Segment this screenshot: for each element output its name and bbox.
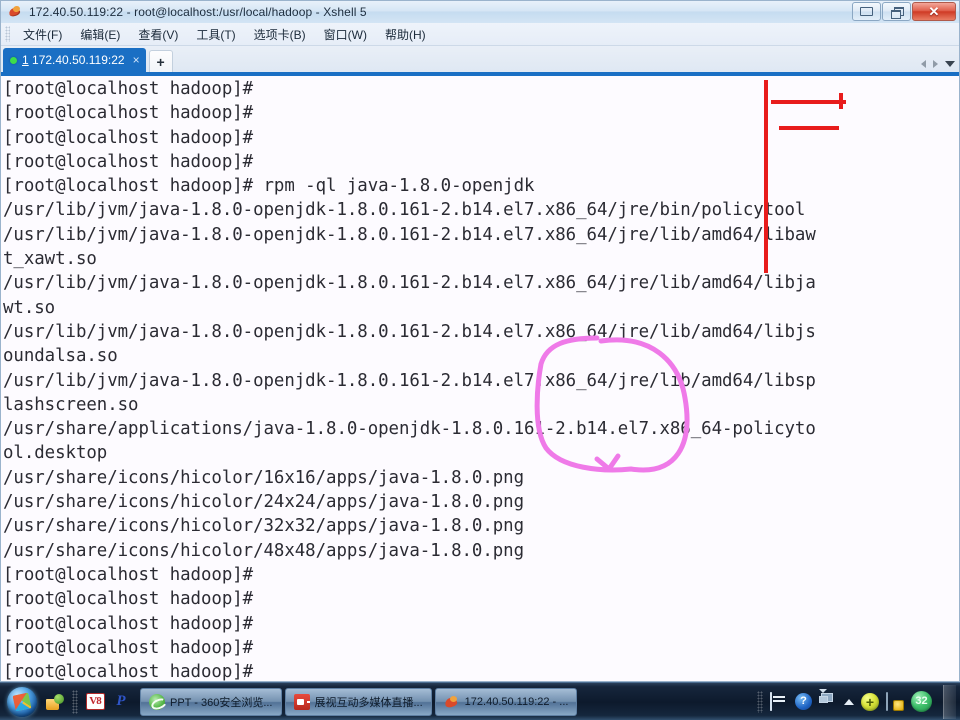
terminal-line: ol.desktop [3,443,108,464]
start-button[interactable] [2,685,42,719]
terminal-line: [root@localhost hadoop]# [3,564,254,585]
browser-icon [149,693,165,710]
quick-launch-explorer[interactable] [42,687,68,717]
terminal-line: /usr/share/icons/hicolor/48x48/apps/java… [3,540,525,561]
terminal-output[interactable]: [root@localhost hadoop]# [root@localhost … [1,76,959,682]
terminal-line: /usr/lib/jvm/java-1.8.0-openjdk-1.8.0.16… [3,370,816,391]
terminal-line: [root@localhost hadoop]# [3,662,254,682]
menu-item-tools[interactable]: 工具(T) [187,24,244,45]
terminal-line: /usr/lib/jvm/java-1.8.0-openjdk-1.8.0.16… [3,273,816,294]
live-stream-icon [293,693,310,710]
xshell-window: 172.40.50.119:22 - root@localhost:/usr/l… [0,0,960,682]
taskbar-window-label: PPT - 360安全浏览... [170,696,273,709]
xshell-icon [7,4,23,20]
menu-bar: 文件(F) 编辑(E) 查看(V) 工具(T) 选项卡(B) 窗口(W) 帮助(… [1,23,959,46]
tab-index: 1 [22,53,29,67]
tab-close-icon[interactable]: × [133,54,140,66]
scroll-left-icon[interactable] [921,60,926,68]
terminal-line: t_xawt.so [3,249,97,270]
update-icon[interactable]: + [861,692,879,711]
terminal-lines: [root@localhost hadoop]# [root@localhost … [1,77,816,682]
window-title: 172.40.50.119:22 - root@localhost:/usr/l… [29,5,367,19]
tray-grip [757,690,763,713]
taskbar-window-browser[interactable]: PPT - 360安全浏览... [140,687,282,716]
minimize-icon [860,7,873,16]
desktop: 172.40.50.119:22 - root@localhost:/usr/l… [0,0,960,720]
connection-status-icon [10,56,17,64]
taskbar-window-xshell[interactable]: 172.40.50.119:22 - ... [434,687,578,716]
terminal-line: /usr/share/icons/hicolor/24x24/apps/java… [3,492,525,513]
menu-item-edit[interactable]: 编辑(E) [71,24,129,45]
tab-session-1[interactable]: 1 172.40.50.119:22 × [3,48,146,72]
keyboard-icon[interactable] [770,691,788,711]
taskbar-window-label: 展视互动多媒体直播... [314,696,423,709]
close-button[interactable]: ✕ [912,2,956,21]
terminal-line: oundalsa.so [3,346,118,367]
minimize-button[interactable] [852,2,881,21]
terminal-line: /usr/share/applications/java-1.8.0-openj… [3,419,816,440]
quick-launch-vegas[interactable]: V8 [82,687,108,717]
terminal-line: [root@localhost hadoop]# [3,79,254,99]
taskbar-window-livestream[interactable]: 展视互动多媒体直播... [284,687,432,716]
title-bar[interactable]: 172.40.50.119:22 - root@localhost:/usr/l… [1,1,959,23]
taskbar: V8 P PPT - 360安全浏览... 展视互动多媒体直播... 172.4… [0,682,960,720]
show-desktop-button[interactable] [943,684,956,719]
quick-launch-powerpoint[interactable]: P [108,687,134,717]
terminal-line: [root@localhost hadoop]# rpm -ql java-1.… [3,176,535,197]
terminal-line: [root@localhost hadoop]# [3,637,254,658]
terminal-line: /usr/share/icons/hicolor/16x16/apps/java… [3,467,525,488]
new-tab-button[interactable]: + [148,50,173,72]
explorer-icon [46,693,64,710]
security-icon[interactable] [886,691,904,711]
restore-button[interactable] [882,2,911,21]
tab-bar: 1 172.40.50.119:22 × + [1,46,959,76]
menu-item-tabs[interactable]: 选项卡(B) [245,24,315,45]
terminal-line: [root@localhost hadoop]# [3,613,254,634]
monitor-icon[interactable] [819,688,837,711]
menu-item-window[interactable]: 窗口(W) [315,24,376,45]
help-icon[interactable]: ? [795,693,812,710]
terminal-line: /usr/lib/jvm/java-1.8.0-openjdk-1.8.0.16… [3,321,816,342]
vegas-icon: V8 [85,693,105,710]
taskbar-window-label: 172.40.50.119:22 - ... [464,695,569,708]
scroll-right-icon[interactable] [933,60,938,68]
terminal-line: [root@localhost hadoop]# [3,151,254,172]
terminal-line: /usr/lib/jvm/java-1.8.0-openjdk-1.8.0.16… [3,224,816,245]
powerpoint-icon: P [116,693,126,709]
system-tray: ? + 32 [757,684,960,719]
menu-item-view[interactable]: 查看(V) [129,24,187,45]
tab-host: 172.40.50.119:22 [32,53,125,67]
menu-grip[interactable] [5,26,10,42]
menu-item-file[interactable]: 文件(F) [14,24,71,45]
terminal-line: /usr/share/icons/hicolor/32x32/apps/java… [3,516,525,537]
tab-label: 1 172.40.50.119:22 [22,53,125,67]
tab-bar-controls [921,60,955,68]
quick-launch-separator [72,689,78,714]
close-icon: ✕ [928,4,940,19]
show-hidden-icons-icon[interactable] [844,698,854,705]
chevron-down-icon[interactable] [945,61,955,67]
terminal-line: /usr/lib/jvm/java-1.8.0-openjdk-1.8.0.16… [3,200,806,221]
red-tick-annotation [839,93,843,109]
window-controls: ✕ [852,2,956,21]
terminal-line: lashscreen.so [3,394,139,415]
windows-logo-icon [7,686,37,717]
menu-item-help[interactable]: 帮助(H) [376,24,435,45]
terminal-line: wt.so [3,297,56,318]
terminal-line: [root@localhost hadoop]# [3,103,254,124]
terminal-line: [root@localhost hadoop]# [3,589,254,610]
restore-icon [890,6,904,19]
terminal-line: [root@localhost hadoop]# [3,127,254,148]
counter-badge[interactable]: 32 [911,691,932,712]
xshell-icon [444,694,460,710]
